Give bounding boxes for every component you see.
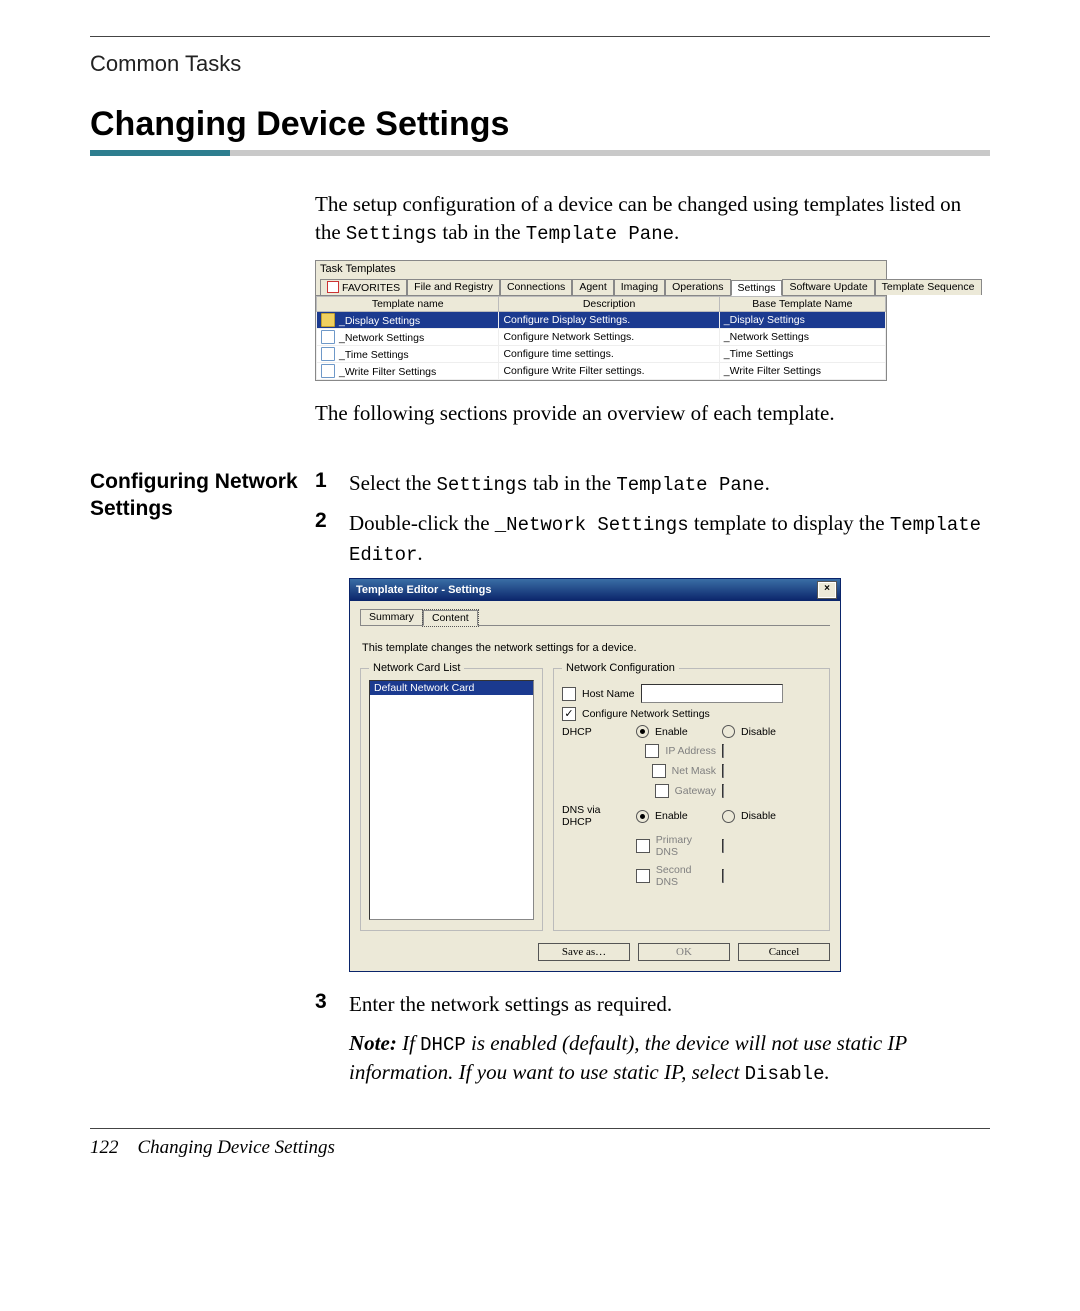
table-row[interactable]: _Write Filter Settings Configure Write F… (317, 362, 886, 379)
list-item[interactable]: Default Network Card (370, 681, 533, 695)
hostname-checkbox[interactable] (562, 687, 576, 701)
title-rule (90, 150, 990, 156)
gateway-checkbox (655, 784, 669, 798)
save-as-button[interactable]: Save as… (538, 943, 630, 961)
table-row[interactable]: _Time Settings Configure time settings. … (317, 345, 886, 362)
page-footer: 122 Changing Device Settings (90, 1137, 990, 1159)
primary-dns-input (722, 839, 724, 853)
dns-dhcp-label: DNS via DHCP (562, 804, 630, 828)
after-table-paragraph: The following sections provide an overvi… (315, 399, 990, 427)
ok-button[interactable]: OK (638, 943, 730, 961)
primary-dns-checkbox (636, 839, 650, 853)
ip-checkbox (645, 744, 659, 758)
template-icon (321, 364, 335, 378)
template-icon (321, 313, 335, 327)
dhcp-disable-radio[interactable] (722, 725, 735, 738)
templates-table: Template name Description Base Template … (316, 296, 886, 380)
dialog-description: This template changes the network settin… (362, 642, 828, 654)
step-body: Select the Settings tab in the Template … (349, 469, 990, 499)
tab-software-update[interactable]: Software Update (782, 279, 874, 295)
netmask-input (722, 764, 724, 778)
tab-settings[interactable]: Settings (731, 280, 783, 296)
template-editor-dialog: Template Editor - Settings × Summary Con… (349, 578, 841, 972)
intro-paragraph: The setup configuration of a device can … (315, 190, 990, 248)
ip-input (722, 744, 724, 758)
network-card-list-group: Network Card List Default Network Card (360, 662, 543, 931)
dns-disable-radio[interactable] (722, 810, 735, 823)
gateway-input (722, 784, 724, 798)
tab-bar: FAVORITES File and Registry Connections … (316, 275, 886, 296)
footer-section: Changing Device Settings (138, 1137, 335, 1158)
dhcp-label: DHCP (562, 726, 630, 738)
tab-connections[interactable]: Connections (500, 279, 572, 295)
step-number: 3 (315, 990, 349, 1018)
col-description[interactable]: Description (499, 296, 719, 311)
configure-network-checkbox[interactable] (562, 707, 576, 721)
note-paragraph: Note: If DHCP is enabled (default), the … (349, 1029, 990, 1088)
network-card-listbox[interactable]: Default Network Card (369, 680, 534, 920)
page-number: 122 (90, 1137, 119, 1158)
hostname-label: Host Name (582, 688, 635, 700)
col-template-name[interactable]: Template name (317, 296, 499, 311)
panel-title: Task Templates (316, 261, 886, 275)
dhcp-enable-radio[interactable] (636, 725, 649, 738)
second-dns-input (722, 869, 724, 883)
tab-imaging[interactable]: Imaging (614, 279, 665, 295)
dialog-title: Template Editor - Settings (356, 584, 491, 596)
template-icon (321, 330, 335, 344)
hostname-input[interactable] (641, 684, 783, 703)
tab-summary[interactable]: Summary (360, 609, 423, 625)
step-body: Enter the network settings as required. (349, 990, 990, 1018)
side-heading: Configuring Network Settings (90, 469, 315, 522)
second-dns-checkbox (636, 869, 650, 883)
table-row[interactable]: _Display Settings Configure Display Sett… (317, 311, 886, 328)
step-number: 2 (315, 509, 349, 568)
configure-network-label: Configure Network Settings (582, 708, 710, 720)
tab-file-registry[interactable]: File and Registry (407, 279, 500, 295)
close-icon[interactable]: × (818, 582, 836, 598)
cancel-button[interactable]: Cancel (738, 943, 830, 961)
template-icon (321, 347, 335, 361)
step-number: 1 (315, 469, 349, 499)
running-head: Common Tasks (90, 51, 990, 77)
table-row[interactable]: _Network Settings Configure Network Sett… (317, 328, 886, 345)
tab-favorites[interactable]: FAVORITES (320, 279, 407, 295)
group-legend: Network Card List (369, 662, 464, 674)
network-config-group: Network Configuration Host Name Configur… (553, 662, 830, 931)
page-title: Changing Device Settings (90, 105, 990, 144)
task-templates-screenshot: Task Templates FAVORITES File and Regist… (315, 260, 887, 381)
tab-content[interactable]: Content (423, 610, 478, 626)
tab-template-sequence[interactable]: Template Sequence (875, 279, 982, 295)
col-base-template[interactable]: Base Template Name (719, 296, 885, 311)
tab-agent[interactable]: Agent (572, 279, 613, 295)
netmask-checkbox (652, 764, 666, 778)
step-body: Double-click the _Network Settings templ… (349, 509, 990, 568)
tab-operations[interactable]: Operations (665, 279, 730, 295)
group-legend: Network Configuration (562, 662, 679, 674)
dns-enable-radio[interactable] (636, 810, 649, 823)
